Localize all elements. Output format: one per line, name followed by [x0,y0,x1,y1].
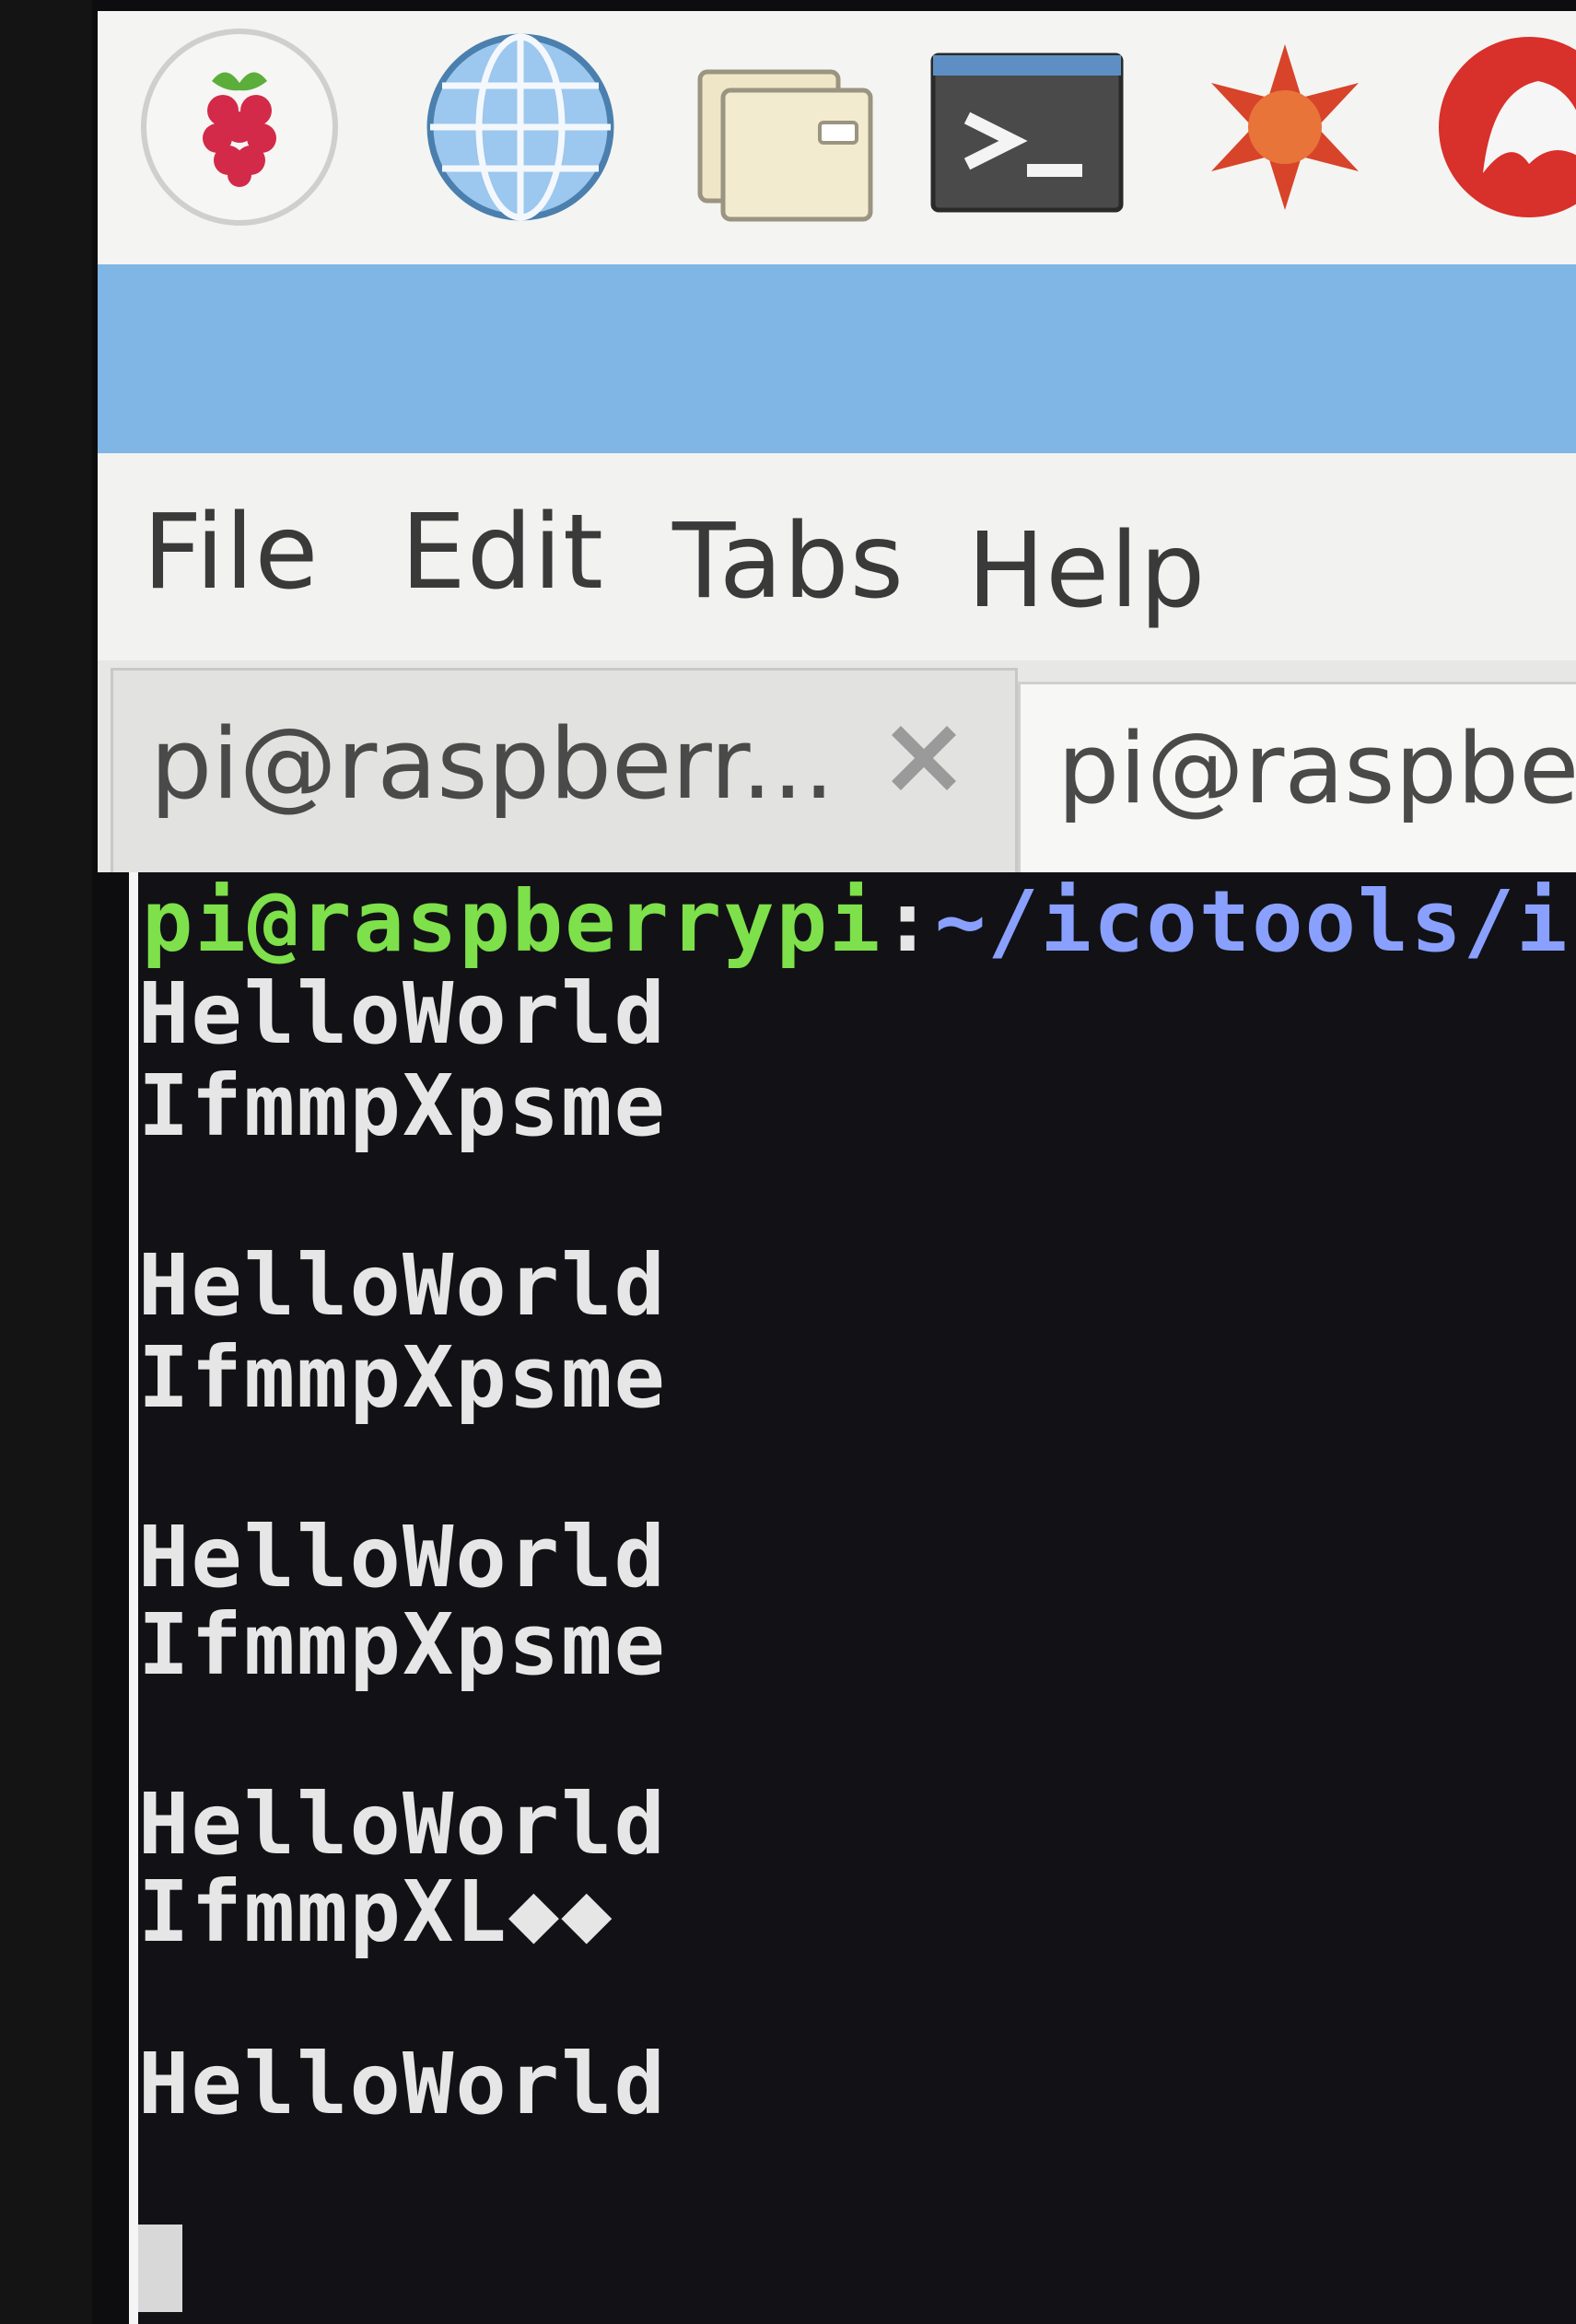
prompt-path: ~/icotools/ico [934,872,1576,971]
prompt-colon: : [881,872,935,971]
tab-terminal-2[interactable]: pi@raspberr [1018,682,1576,872]
terminal-line: HelloWorld [138,1775,667,1874]
terminal-line: IfmmpXL◆◆ [138,1863,614,1961]
text-cursor [138,2225,182,2312]
terminal-line: IfmmpXpsme [138,1057,667,1155]
terminal-line: HelloWorld [138,1236,667,1335]
tab-terminal-1[interactable]: pi@raspberr... [111,668,1018,872]
terminal-prompt: pi@raspberrypi:~/icotools/ico [142,872,1576,971]
raspberry-menu-icon[interactable] [138,26,341,228]
menu-help[interactable]: Help [967,511,1206,631]
menu-file[interactable]: File [143,493,319,613]
tab-label: pi@raspberr [1057,712,1576,825]
terminal-line: HelloWorld [138,964,667,1063]
screen: File Edit Tabs Help pi@raspberr... pi@ra… [92,0,1576,2324]
tab-label: pi@raspberr... [150,707,835,821]
terminal-line: IfmmpXpsme [138,1595,667,1694]
window-titlebar[interactable] [98,264,1576,453]
menu-tabs[interactable]: Tabs [672,502,905,622]
web-browser-icon[interactable] [419,26,622,228]
terminal-line: IfmmpXpsme [138,1328,667,1427]
close-icon[interactable] [882,717,965,800]
monitor-bezel [0,0,92,2324]
wolfram-icon[interactable] [1428,26,1576,228]
terminal-icon[interactable] [926,26,1128,228]
menu-edit[interactable]: Edit [401,493,604,613]
file-manager-icon[interactable] [682,26,884,228]
mathematica-icon[interactable] [1184,26,1386,228]
terminal-line: HelloWorld [138,2035,667,2133]
terminal-output[interactable]: pi@raspberrypi:~/icotools/ico HelloWorld… [129,872,1576,2324]
prompt-user: pi@raspberrypi [142,872,882,971]
terminal-line: HelloWorld [138,1508,667,1606]
